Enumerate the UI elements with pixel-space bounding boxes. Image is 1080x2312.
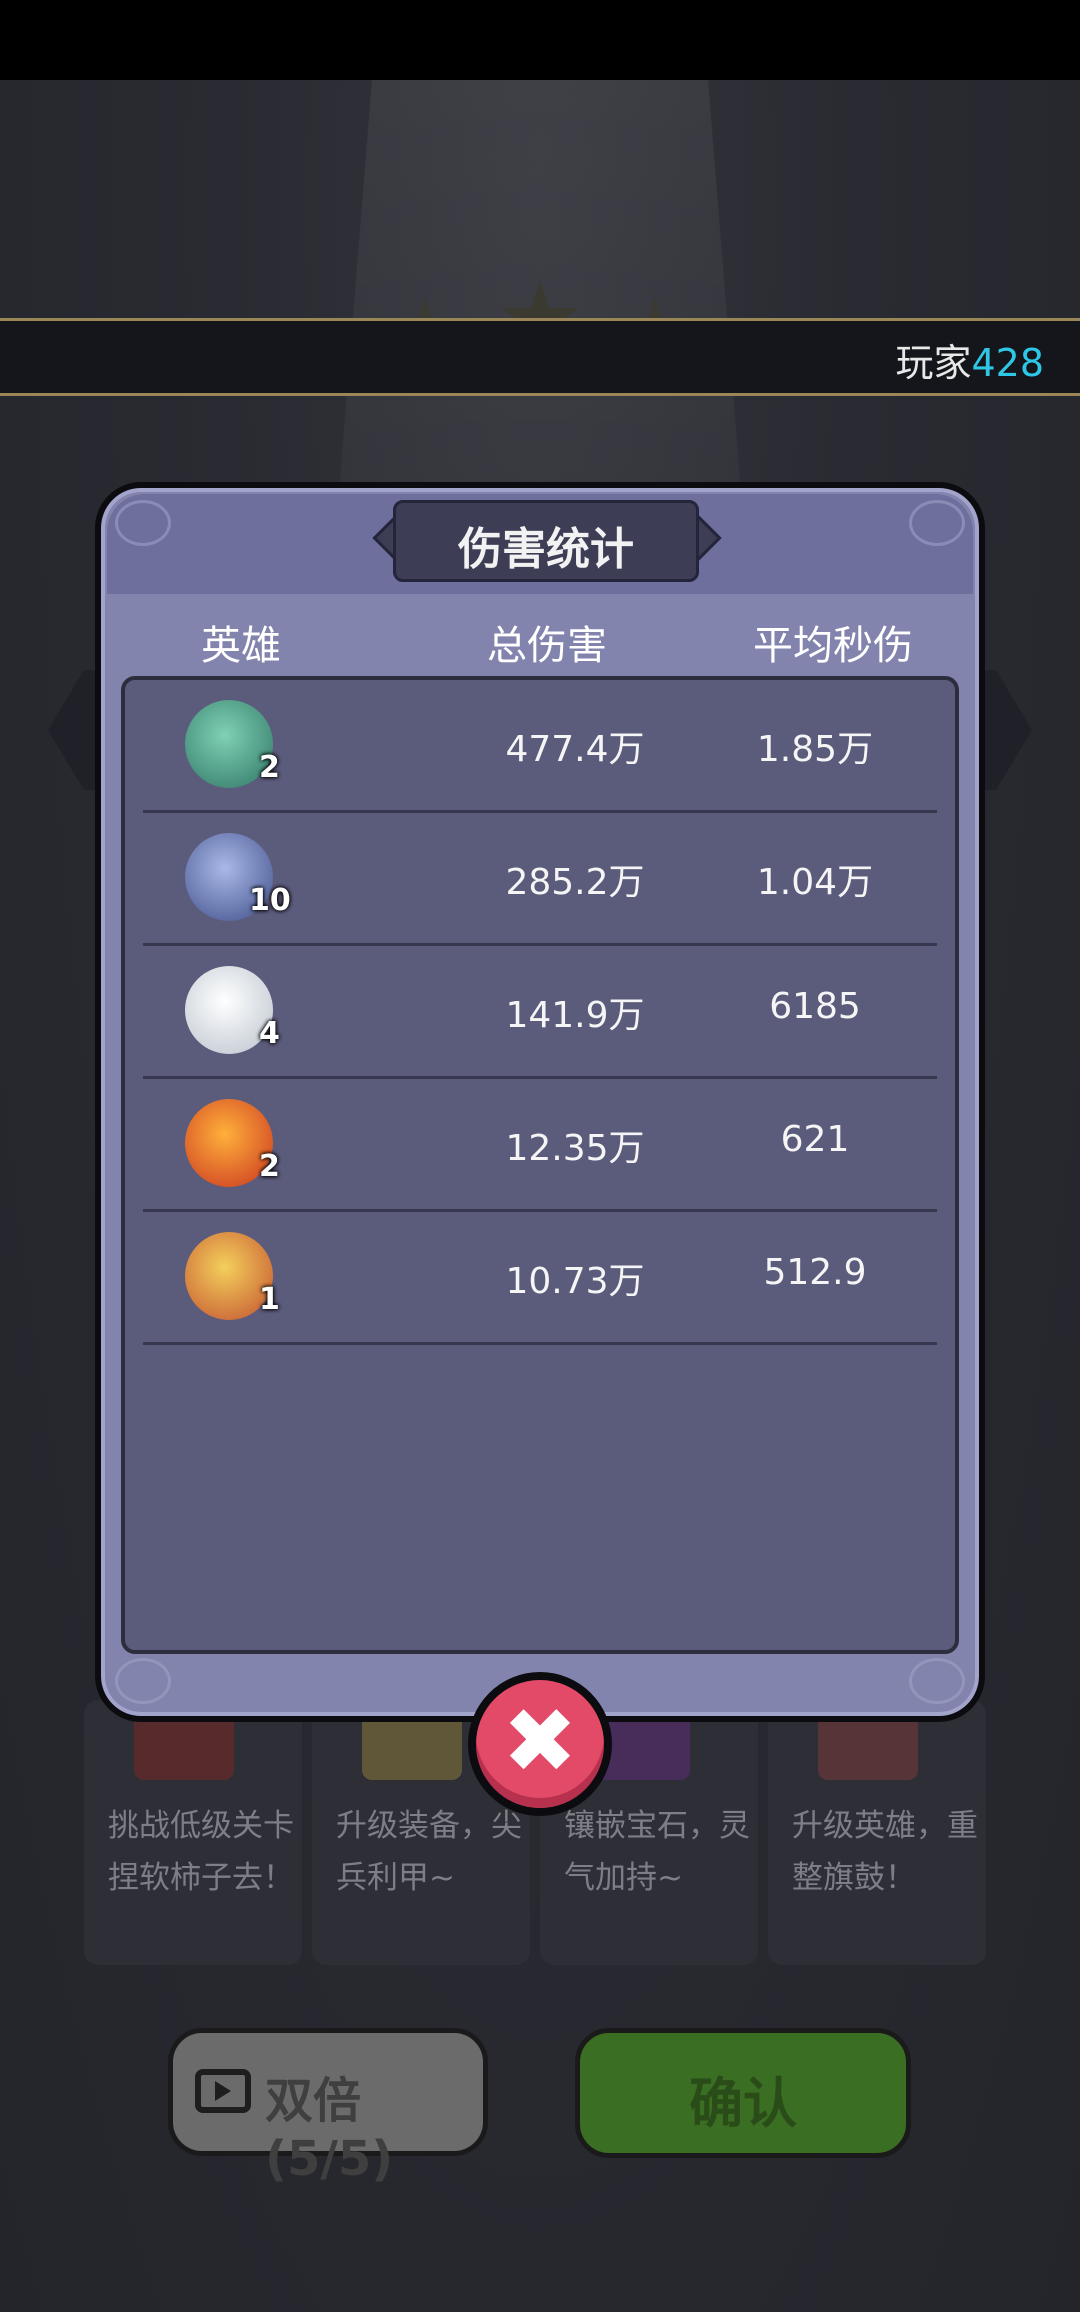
close-button[interactable]: ✖ bbox=[468, 1672, 612, 1816]
hero-level: 2 bbox=[259, 1149, 280, 1184]
average-dps: 6185 bbox=[769, 986, 861, 1027]
column-header-average-dps: 平均秒伤 bbox=[753, 623, 913, 669]
double-reward-label: 双倍(5/5) bbox=[265, 2073, 394, 2187]
tip-text: 镶嵌宝石，灵气加持~ bbox=[564, 1808, 750, 1896]
corner-ornament bbox=[115, 1658, 171, 1704]
total-damage: 285.2万 bbox=[505, 862, 645, 903]
corner-ornament bbox=[115, 500, 171, 546]
tip-text: 升级英雄，重整旗鼓！ bbox=[792, 1808, 978, 1896]
hero-level: 4 bbox=[259, 1016, 280, 1051]
corner-ornament bbox=[909, 500, 965, 546]
average-dps: 1.04万 bbox=[756, 862, 874, 903]
damage-table: 2 477.4万 1.85万 10 285.2万 1.04万 4 141.9万 … bbox=[121, 676, 959, 1654]
corner-ornament bbox=[909, 1658, 965, 1704]
row-divider bbox=[143, 1342, 937, 1345]
title-plate: 伤害统计 bbox=[393, 500, 699, 582]
panel-title: 伤害统计 bbox=[458, 524, 634, 575]
tip-card[interactable]: 挑战低级关卡捏软柿子去！ bbox=[84, 1700, 302, 1965]
confirm-label: 确认 bbox=[689, 2072, 797, 2135]
column-header-hero: 英雄 bbox=[201, 623, 281, 669]
table-row: 2 477.4万 1.85万 bbox=[125, 680, 955, 813]
table-row: 1 10.73万 512.9 bbox=[125, 1212, 955, 1345]
table-row: 2 12.35万 621 bbox=[125, 1079, 955, 1212]
tv-icon bbox=[195, 2069, 251, 2113]
table-row: 4 141.9万 6185 bbox=[125, 946, 955, 1079]
total-damage: 477.4万 bbox=[505, 729, 645, 770]
column-header-total-damage: 总伤害 bbox=[487, 623, 607, 669]
confirm-button[interactable]: 确认 bbox=[575, 2028, 911, 2158]
double-reward-button[interactable]: 双倍(5/5) bbox=[168, 2028, 488, 2187]
player-name: 玩家428 bbox=[895, 341, 1044, 385]
hero-level: 2 bbox=[259, 750, 280, 785]
hero-level: 1 bbox=[259, 1282, 280, 1317]
table-row: 10 285.2万 1.04万 bbox=[125, 813, 955, 946]
average-dps: 1.85万 bbox=[756, 729, 874, 770]
total-damage: 141.9万 bbox=[505, 995, 645, 1036]
close-button-face: ✖ bbox=[476, 1680, 604, 1808]
tip-card[interactable]: 升级英雄，重整旗鼓！ bbox=[768, 1700, 986, 1965]
hero-level: 10 bbox=[249, 883, 291, 918]
total-damage: 12.35万 bbox=[505, 1128, 645, 1169]
tip-text: 挑战低级关卡捏软柿子去！ bbox=[108, 1808, 294, 1896]
total-damage: 10.73万 bbox=[505, 1261, 645, 1302]
status-bar bbox=[0, 0, 1080, 80]
close-icon: ✖ bbox=[502, 1689, 578, 1794]
average-dps: 512.9 bbox=[763, 1252, 867, 1293]
damage-stats-panel: 伤害统计 英雄 总伤害 平均秒伤 2 477.4万 1.85万 10 285.2… bbox=[95, 482, 985, 1722]
average-dps: 621 bbox=[780, 1119, 850, 1160]
tip-text: 升级装备，尖兵利甲~ bbox=[336, 1808, 522, 1896]
